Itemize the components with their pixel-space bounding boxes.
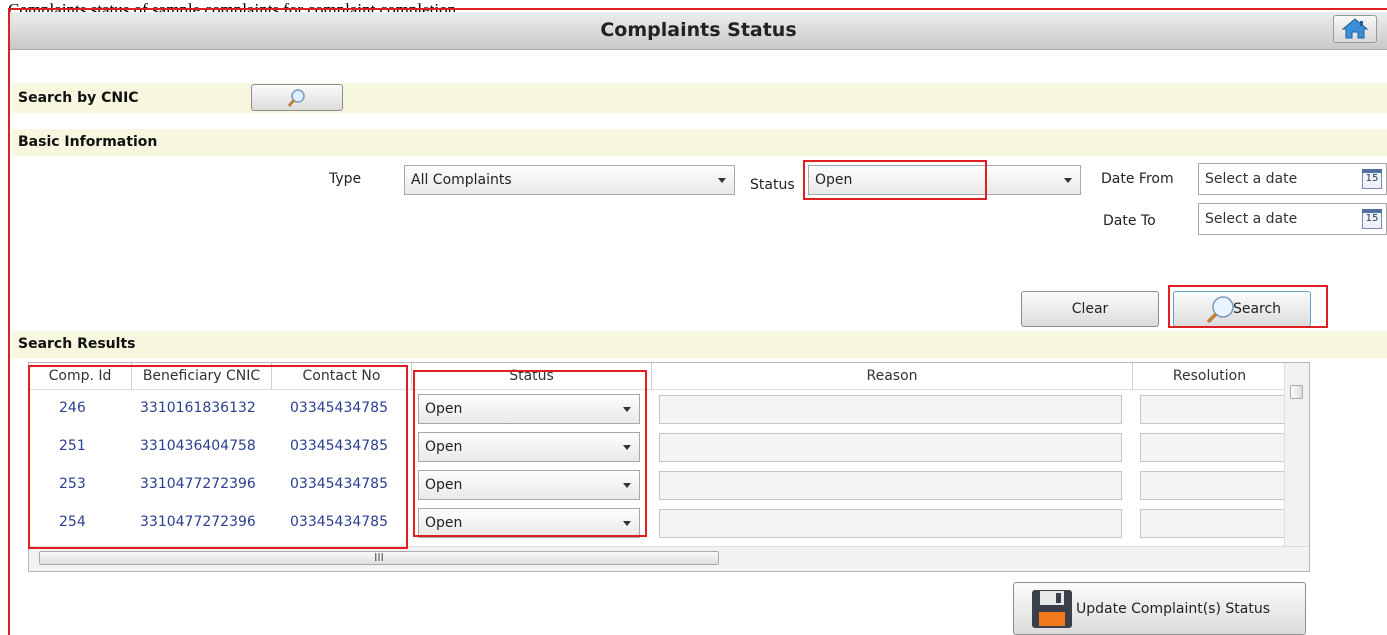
row-resolution-input[interactable] <box>1140 433 1287 462</box>
row-resolution-input[interactable] <box>1140 509 1287 538</box>
clear-button[interactable]: Clear <box>1021 291 1159 327</box>
search-by-cnic-label: Search by CNIC <box>18 90 139 106</box>
home-button[interactable] <box>1333 15 1377 43</box>
update-button-label: Update Complaint(s) Status <box>1076 600 1271 617</box>
date-from-input[interactable]: Select a date 15 <box>1198 163 1387 195</box>
window-title: Complaints Status <box>600 19 797 41</box>
row-reason-input[interactable] <box>659 509 1122 538</box>
date-to-placeholder: Select a date <box>1205 211 1298 227</box>
column-header-resolution[interactable]: Resolution <box>1133 363 1287 390</box>
horizontal-scroll-thumb[interactable]: III <box>39 551 719 565</box>
home-icon <box>1341 18 1369 39</box>
search-by-cnic-band: Search by CNIC <box>12 83 1387 113</box>
chevron-down-icon <box>1064 178 1072 183</box>
type-select[interactable]: All Complaints <box>404 165 735 195</box>
row-reason-input[interactable] <box>659 433 1122 462</box>
title-bar: Complaints Status <box>10 12 1387 50</box>
calendar-icon[interactable]: 15 <box>1362 209 1382 229</box>
status-column-highlight-box <box>413 370 647 537</box>
horizontal-scrollbar[interactable]: III <box>29 546 1309 571</box>
row-reason-input[interactable] <box>659 395 1122 424</box>
search-results-band: Search Results <box>12 331 1387 358</box>
search-results-heading: Search Results <box>18 336 136 352</box>
magnifier-icon <box>287 88 305 107</box>
row-resolution-input[interactable] <box>1140 395 1287 424</box>
status-label: Status <box>750 177 795 193</box>
type-label: Type <box>329 171 362 187</box>
date-to-label: Date To <box>1103 213 1156 229</box>
date-from-placeholder: Select a date <box>1205 171 1298 187</box>
search-highlight-box <box>1168 285 1328 328</box>
date-from-label: Date From <box>1101 171 1174 187</box>
vertical-scroll-thumb[interactable] <box>1290 385 1303 399</box>
floppy-disk-icon <box>1032 589 1072 628</box>
type-select-value: All Complaints <box>411 172 512 188</box>
basic-information-band: Basic Information <box>12 129 1387 156</box>
chevron-down-icon <box>718 178 726 183</box>
date-to-input[interactable]: Select a date 15 <box>1198 203 1387 235</box>
column-header-reason[interactable]: Reason <box>652 363 1133 390</box>
clear-button-label: Clear <box>1071 301 1109 317</box>
update-complaint-status-button[interactable]: Update Complaint(s) Status <box>1013 582 1306 635</box>
row-resolution-input[interactable] <box>1140 471 1287 500</box>
cnic-search-button[interactable] <box>251 84 343 111</box>
basic-information-heading: Basic Information <box>18 134 158 150</box>
id-cnic-contact-highlight-box <box>28 365 408 549</box>
row-reason-input[interactable] <box>659 471 1122 500</box>
vertical-scrollbar[interactable] <box>1284 363 1309 548</box>
status-highlight-box <box>803 160 987 200</box>
calendar-icon[interactable]: 15 <box>1362 169 1382 189</box>
